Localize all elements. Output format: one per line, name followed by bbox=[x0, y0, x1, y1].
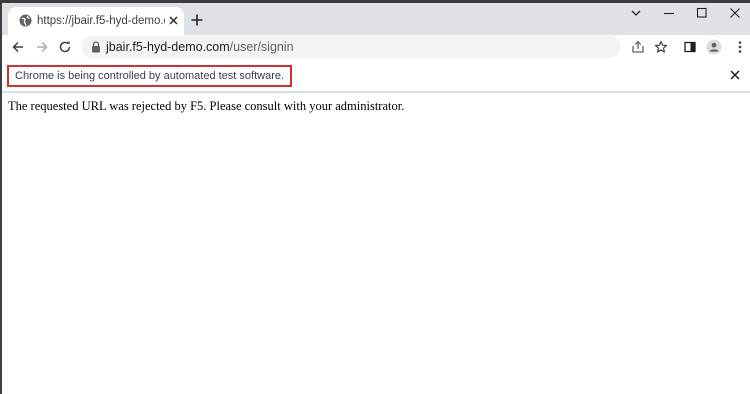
url-host: jbair.f5-hyd-demo.com bbox=[106, 40, 230, 54]
forward-arrow-icon[interactable] bbox=[35, 40, 49, 54]
minimize-icon[interactable] bbox=[662, 6, 676, 20]
reload-icon[interactable] bbox=[58, 40, 72, 54]
url-path: /user/signin bbox=[229, 40, 294, 54]
tab-search-chevron-down-icon[interactable] bbox=[629, 6, 643, 20]
profile-avatar-icon[interactable] bbox=[706, 39, 722, 55]
automation-infobar: Chrome is being controlled by automated … bbox=[2, 62, 750, 92]
more-menu-icon[interactable] bbox=[733, 40, 747, 54]
toolbar: jbair.f5-hyd-demo.com/user/signin bbox=[2, 35, 750, 60]
title-bar-edge bbox=[2, 0, 750, 3]
share-icon[interactable] bbox=[631, 40, 645, 54]
browser-tab[interactable]: https://jbair.f5-hyd-demo.com/user/signi… bbox=[8, 7, 184, 35]
lock-icon[interactable] bbox=[91, 41, 101, 53]
url-text[interactable]: jbair.f5-hyd-demo.com/user/signin bbox=[106, 40, 294, 54]
new-tab-plus-icon[interactable] bbox=[190, 13, 204, 27]
tab-title: https://jbair.f5-hyd-demo.com/user/signi… bbox=[37, 15, 165, 27]
tab-strip: https://jbair.f5-hyd-demo.com/user/signi… bbox=[2, 0, 750, 35]
side-panel-icon[interactable] bbox=[683, 40, 697, 54]
rejection-message: The requested URL was rejected by F5. Pl… bbox=[8, 99, 405, 113]
address-bar[interactable]: jbair.f5-hyd-demo.com/user/signin bbox=[81, 36, 621, 58]
close-tab-icon[interactable] bbox=[168, 15, 179, 26]
content-divider bbox=[2, 92, 750, 94]
maximize-icon[interactable] bbox=[695, 6, 709, 20]
infobar-close-icon[interactable] bbox=[730, 70, 740, 80]
bookmark-star-icon[interactable] bbox=[654, 40, 668, 54]
infobar-message: Chrome is being controlled by automated … bbox=[7, 65, 293, 87]
close-window-icon[interactable] bbox=[728, 6, 742, 20]
browser-window: https://jbair.f5-hyd-demo.com/user/signi… bbox=[0, 0, 750, 394]
back-arrow-icon[interactable] bbox=[11, 40, 25, 54]
globe-icon bbox=[19, 14, 32, 27]
